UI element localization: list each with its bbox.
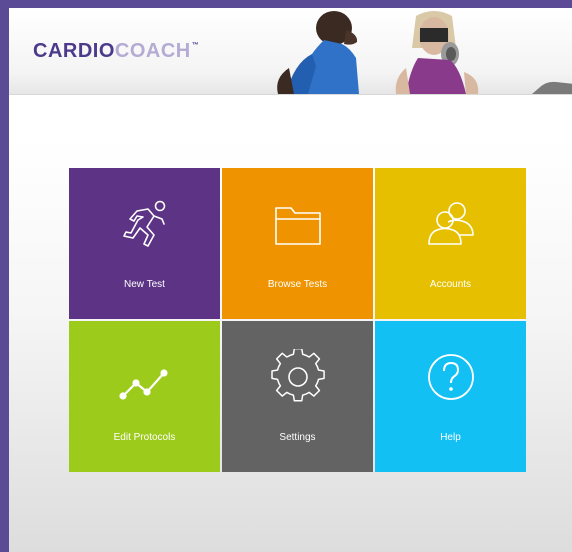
new-test-tile[interactable]: New Test	[69, 168, 220, 319]
edit-protocols-label: Edit Protocols	[113, 432, 176, 443]
logo-text-coach: COACH	[114, 40, 191, 62]
edit-protocols-tile[interactable]: Edit Protocols	[69, 321, 220, 472]
app-header: CARDIOCOACH™	[9, 8, 572, 95]
accounts-tile[interactable]: Accounts	[375, 168, 526, 319]
folder-icon	[274, 207, 321, 245]
browse-tests-tile[interactable]: Browse Tests	[222, 168, 373, 319]
trademark-mark: ™	[191, 42, 200, 49]
new-test-label: New Test	[124, 279, 165, 290]
accounts-label: Accounts	[429, 279, 472, 290]
header-hero-image	[277, 11, 572, 94]
cardiocoach-logo: CARDIOCOACH™	[33, 40, 199, 63]
logo-text-cardio: CARDIO	[33, 40, 115, 62]
app-window: CARDIOCOACH™ New Test Browse Tests Accou…	[0, 0, 572, 552]
line-graph-icon	[118, 369, 168, 400]
question-circle-icon	[427, 354, 474, 400]
users-icon	[427, 202, 474, 245]
settings-label: Settings	[279, 432, 316, 443]
browse-tests-label: Browse Tests	[267, 279, 328, 290]
settings-tile[interactable]: Settings	[222, 321, 373, 472]
running-person-icon	[122, 200, 165, 247]
gear-icon	[270, 349, 325, 402]
help-label: Help	[440, 432, 461, 443]
help-tile[interactable]: Help	[375, 321, 526, 472]
